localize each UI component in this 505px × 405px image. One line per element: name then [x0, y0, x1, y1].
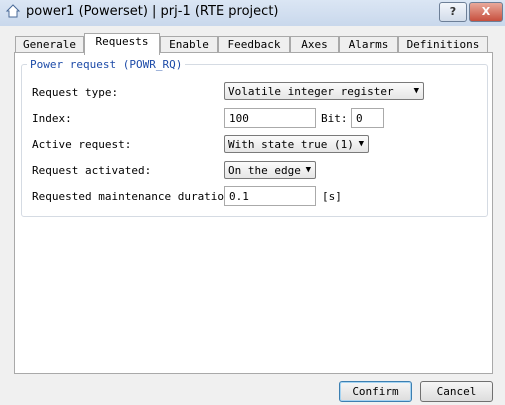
tab-alarms[interactable]: Alarms	[339, 36, 398, 53]
request-activated-select[interactable]: On the edge ▼	[224, 161, 316, 179]
title-bar: power1 (Powerset) | prj-1 (RTE project) …	[0, 0, 505, 26]
maintenance-input[interactable]: 0.1	[224, 186, 316, 206]
dropdown-arrow-icon: ▼	[358, 139, 364, 149]
request-activated-label: Request activated:	[32, 164, 152, 177]
bit-label: Bit:	[321, 112, 348, 125]
request-type-select[interactable]: Volatile integer register ▼	[224, 82, 424, 100]
tab-enable[interactable]: Enable	[160, 36, 218, 53]
bit-input[interactable]: 0	[351, 108, 384, 128]
window-title: power1 (Powerset) | prj-1 (RTE project)	[26, 4, 279, 19]
maintenance-label: Requested maintenance duration:	[32, 190, 238, 203]
app-icon	[5, 4, 21, 18]
tab-generale[interactable]: Generale	[15, 36, 84, 53]
active-request-label: Active request:	[32, 138, 132, 151]
active-request-select[interactable]: With state true (1) ▼	[224, 135, 369, 153]
help-button[interactable]: ?	[439, 2, 467, 22]
maintenance-unit: [s]	[322, 190, 342, 203]
close-button[interactable]: X	[469, 2, 503, 22]
request-activated-value: On the edge	[228, 164, 301, 177]
index-input[interactable]: 100	[224, 108, 316, 128]
index-label: Index:	[32, 112, 72, 125]
tab-definitions[interactable]: Definitions	[398, 36, 488, 53]
dropdown-arrow-icon: ▼	[413, 86, 419, 96]
confirm-button[interactable]: Confirm	[339, 381, 412, 402]
request-type-label: Request type:	[32, 86, 119, 99]
group-title: Power request (POWR_RQ)	[27, 58, 186, 71]
tab-axes[interactable]: Axes	[290, 36, 339, 53]
tab-feedback[interactable]: Feedback	[218, 36, 290, 53]
active-request-value: With state true (1)	[228, 138, 354, 151]
cancel-button[interactable]: Cancel	[420, 381, 493, 402]
tab-requests[interactable]: Requests	[84, 33, 160, 55]
dropdown-arrow-icon: ▼	[305, 165, 311, 175]
request-type-value: Volatile integer register	[228, 85, 394, 98]
